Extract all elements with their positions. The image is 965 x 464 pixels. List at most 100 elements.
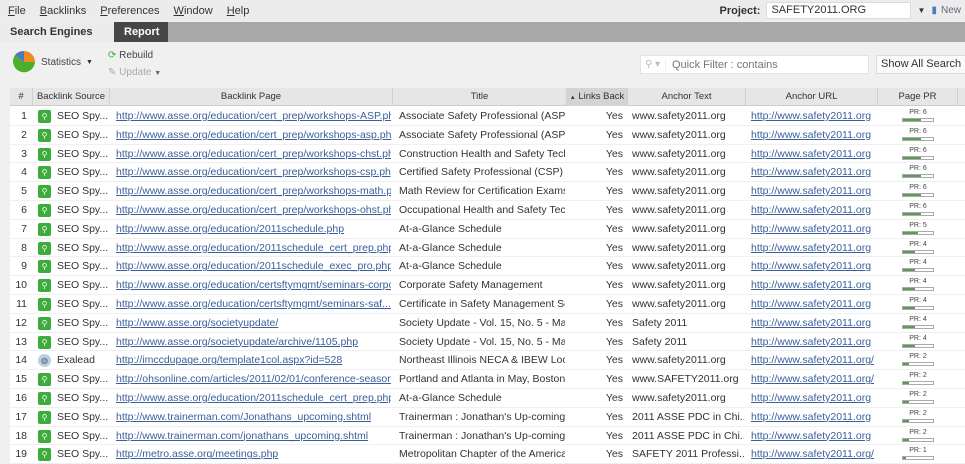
backlink-page-link[interactable]: http://www.asse.org/education/2011schedu… — [116, 242, 391, 254]
menu-window[interactable]: Window — [174, 5, 213, 17]
tab-search-engines-data[interactable]: Search Engines Data — [0, 22, 114, 58]
page-pr-label: PR: 6 — [909, 109, 927, 116]
backlink-page-link[interactable]: http://www.asse.org/education/cert_prep/… — [116, 148, 391, 160]
column-header-backlink-source[interactable]: Backlink Source — [33, 88, 110, 106]
links-back: Yes — [605, 335, 623, 348]
anchor-url-link[interactable]: http://www.safety2011.org/ — [751, 373, 874, 385]
title: At-a-Glance Schedule — [399, 260, 502, 273]
table-row[interactable]: 8 ⚲ SEO Spy... http://www.asse.org/educatio… — [10, 239, 965, 258]
row-number: 16 — [15, 392, 27, 404]
chevron-down-icon[interactable]: ▼ — [911, 6, 931, 15]
anchor-url-link[interactable]: http://www.safety2011.org — [751, 279, 871, 291]
table-row[interactable]: 4 ⚲ SEO Spy... http://www.asse.org/educatio… — [10, 163, 965, 183]
table-row[interactable]: 12 ⚲ SEO Spy... http://www.asse.org/society… — [10, 314, 965, 333]
backlink-page-link[interactable]: http://www.asse.org/education/cert_prep/… — [116, 166, 391, 178]
column-header-page-pr[interactable]: Page PR — [878, 88, 958, 106]
anchor-url-link[interactable]: http://www.safety2011.org — [751, 392, 871, 404]
anchor-text: www.safety2011.org — [632, 298, 726, 310]
menu-preferences[interactable]: Preferences — [100, 5, 159, 17]
search-engine-icon: ⚲ — [38, 335, 51, 349]
anchor-url-link[interactable]: http://www.safety2011.org/ — [751, 354, 874, 366]
backlink-page-link[interactable]: http://www.asse.org/education/2011schedu… — [116, 223, 344, 235]
table-row[interactable]: 13 ⚲ SEO Spy... http://www.asse.org/society… — [10, 333, 965, 352]
column-header-anchor-text[interactable]: Anchor Text — [628, 88, 746, 106]
anchor-text: www.safety2011.org — [632, 147, 726, 160]
backlink-source: SEO Spy... — [57, 410, 109, 423]
anchor-url-link[interactable]: http://www.safety2011.org — [751, 148, 871, 160]
table-row[interactable]: 6 ⚲ SEO Spy... http://www.asse.org/educatio… — [10, 201, 965, 220]
backlink-page-link[interactable]: http://www.asse.org/education/2011schedu… — [116, 260, 391, 272]
backlink-page-link[interactable]: http://www.asse.org/education/2011schedu… — [116, 392, 391, 404]
show-all-search-engines-button[interactable]: Show All Search En — [876, 55, 965, 74]
backlink-page-link[interactable]: http://www.trainerman.com/jonathans_upco… — [116, 430, 368, 442]
title: Occupational Health and Safety Tec... — [399, 204, 565, 216]
update-button[interactable]: ✎ Update ▼ — [108, 67, 161, 78]
quick-filter-input[interactable] — [665, 58, 855, 71]
links-back: Yes — [605, 354, 623, 367]
menu-file[interactable]: File — [8, 5, 26, 17]
column-header-links-back[interactable]: ▲ Links Back — [567, 88, 628, 106]
table-row[interactable]: 15 ⚲ SEO Spy... http://ohsonline.com/articl… — [10, 370, 965, 389]
backlink-page-link[interactable]: http://www.trainerman.com/Jonathans_upco… — [116, 411, 371, 423]
backlink-page-link[interactable]: http://www.asse.org/societyupdate/ — [116, 317, 278, 329]
anchor-url-link[interactable]: http://www.safety2011.org — [751, 317, 871, 329]
backlink-page-link[interactable]: http://www.asse.org/education/certsftymg… — [116, 279, 391, 291]
anchor-url-link[interactable]: http://www.safety2011.org — [751, 166, 871, 178]
column-header-backlink-page[interactable]: Backlink Page — [110, 88, 393, 106]
project-select[interactable]: SAFETY2011.ORG — [766, 2, 912, 19]
anchor-url-link[interactable]: http://www.safety2011.org — [751, 260, 871, 272]
menu-backlinks[interactable]: Backlinks — [40, 5, 86, 17]
anchor-url-link[interactable]: http://www.safety2011.org — [751, 430, 871, 442]
page-pr-label: PR: 4 — [909, 297, 927, 304]
backlink-page-link[interactable]: http://www.asse.org/education/cert_prep/… — [116, 129, 391, 141]
anchor-text: 2011 ASSE PDC in Chi... — [632, 429, 744, 442]
links-back: Yes — [605, 110, 623, 122]
anchor-url-link[interactable]: http://www.safety2011.org — [751, 242, 871, 254]
table-row[interactable]: 10 ⚲ SEO Spy... http://www.asse.org/educati… — [10, 276, 965, 295]
anchor-url-link[interactable]: http://www.safety2011.org — [751, 336, 871, 348]
table-row[interactable]: 17 ⚲ SEO Spy... http://www.trainerman.com/J… — [10, 408, 965, 427]
backlink-page-link[interactable]: http://imccdupage.org/template1col.aspx?… — [116, 354, 342, 366]
table-row[interactable]: 9 ⚲ SEO Spy... http://www.asse.org/educatio… — [10, 257, 965, 277]
tab-report[interactable]: Report — [114, 22, 168, 42]
menu-help[interactable]: Help — [227, 5, 250, 17]
column-header-title[interactable]: Title — [393, 88, 567, 106]
anchor-url-link[interactable]: http://www.safety2011.org/ — [751, 448, 874, 460]
tab-bar: Search Engines Data Report — [0, 22, 965, 58]
column-header-anchor-url[interactable]: Anchor URL — [746, 88, 878, 106]
table-row[interactable]: 11 ⚲ SEO Spy... http://www.asse.org/educati… — [10, 295, 965, 314]
table-row[interactable]: 16 ⚲ SEO Spy... http://www.asse.org/educati… — [10, 389, 965, 408]
statistics-button[interactable]: Statistics ▼ — [12, 50, 93, 74]
links-back: Yes — [605, 260, 623, 273]
anchor-url-link[interactable]: http://www.safety2011.org — [751, 298, 871, 310]
new-project-button[interactable]: New — [941, 5, 961, 16]
anchor-url-link[interactable]: http://www.safety2011.org — [751, 110, 871, 122]
table-row[interactable]: 14 ◍ Exalead http://imccdupage.org/template… — [10, 351, 965, 371]
backlink-page-link[interactable]: http://www.asse.org/education/cert_prep/… — [116, 204, 391, 216]
anchor-url-link[interactable]: http://www.safety2011.org — [751, 411, 871, 423]
column-header-number[interactable]: # — [10, 88, 33, 106]
table-row[interactable]: 7 ⚲ SEO Spy... http://www.asse.org/educatio… — [10, 220, 965, 239]
backlink-page-link[interactable]: http://www.asse.org/societyupdate/archiv… — [116, 336, 358, 348]
page-pr-label: PR: 2 — [909, 409, 927, 417]
anchor-url-link[interactable]: http://www.safety2011.org — [751, 185, 871, 197]
backlink-page-link[interactable]: http://www.asse.org/education/cert_prep/… — [116, 110, 391, 122]
rebuild-button[interactable]: ⟳ Rebuild — [108, 50, 153, 61]
backlink-page-link[interactable]: http://metro.asse.org/meetings.php — [116, 448, 278, 460]
search-icon[interactable]: ⚲ ▾ — [641, 59, 665, 70]
table-row[interactable]: 18 ⚲ SEO Spy... http://www.trainerman.com/j… — [10, 427, 965, 446]
anchor-url-link[interactable]: http://www.safety2011.org — [751, 204, 871, 216]
table-row[interactable]: 2 ⚲ SEO Spy... http://www.asse.org/educatio… — [10, 126, 965, 145]
backlink-page-link[interactable]: http://ohsonline.com/articles/2011/02/01… — [116, 373, 391, 385]
anchor-url-link[interactable]: http://www.safety2011.org — [751, 223, 871, 235]
table-row[interactable]: 19 ⚲ SEO Spy... http://metro.asse.org/meeti… — [10, 445, 965, 464]
page-pr-bar — [902, 306, 934, 310]
toolbar: Statistics ▼ ⟳ Rebuild ✎ Update ▼ ⚲ ▾ Sh… — [0, 42, 965, 87]
anchor-url-link[interactable]: http://www.safety2011.org — [751, 129, 871, 141]
backlink-source: SEO Spy... — [57, 204, 109, 216]
table-row[interactable]: 5 ⚲ SEO Spy... http://www.asse.org/educatio… — [10, 182, 965, 201]
backlink-page-link[interactable]: http://www.asse.org/education/certsftymg… — [116, 298, 391, 310]
backlink-page-link[interactable]: http://www.asse.org/education/cert_prep/… — [116, 185, 391, 197]
table-row[interactable]: 3 ⚲ SEO Spy... http://www.asse.org/educatio… — [10, 145, 965, 164]
table-row[interactable]: 1 ⚲ SEO Spy... http://www.asse.org/educatio… — [10, 107, 965, 126]
